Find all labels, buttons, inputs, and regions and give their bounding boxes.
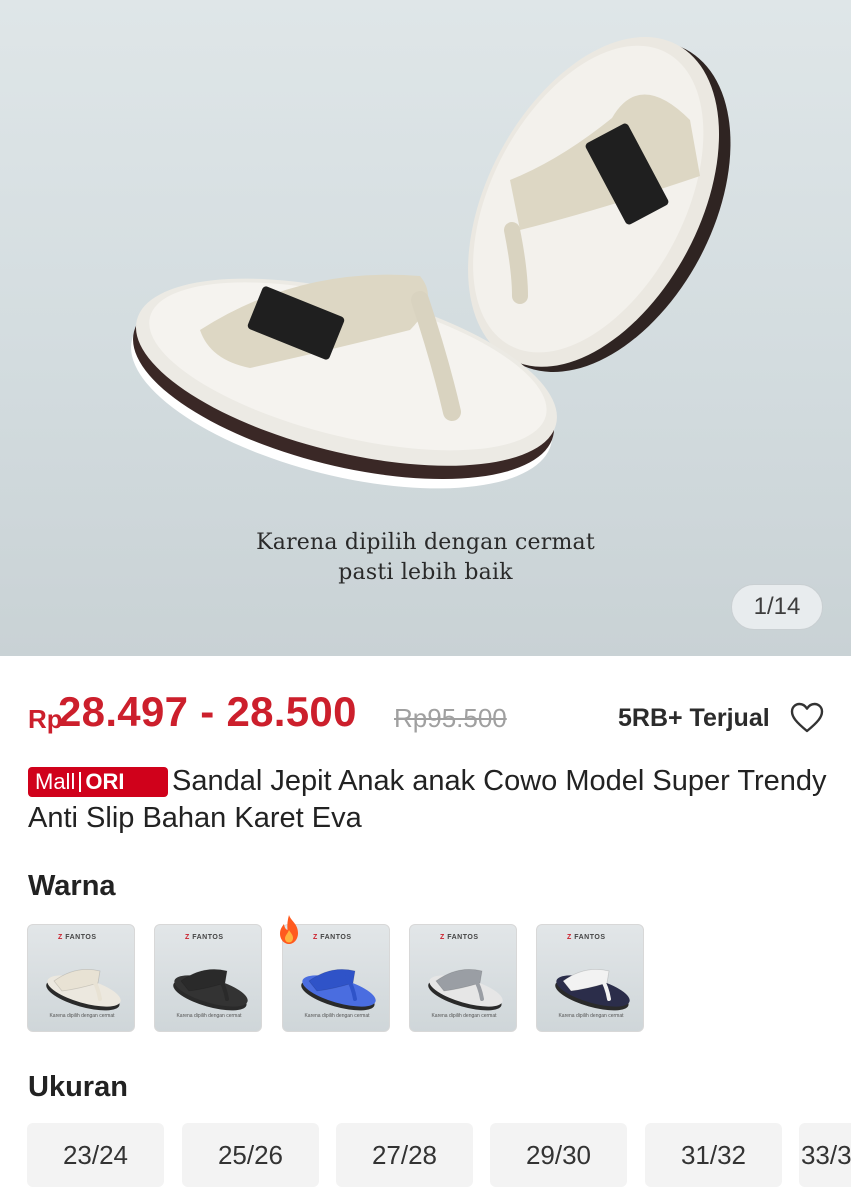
hero-caption: Karena dipilih dengan cermat pasti lebih… [0, 528, 851, 588]
product-image[interactable]: Karena dipilih dengan cermat pasti lebih… [0, 0, 851, 656]
color-variant-option[interactable]: Z FANTOS Karena dipilih dengan cermat [409, 924, 517, 1032]
sold-count: 5RB+ Terjual [618, 704, 770, 732]
size-option[interactable]: 27/28 [336, 1123, 473, 1187]
variant-caption: Karena dipilih dengan cermat [49, 1013, 115, 1019]
size-option-list: 23/24 25/26 27/28 29/30 31/32 33/34 [27, 1123, 851, 1189]
color-variant-option[interactable]: Z FANTOS Karena dipilih dengan cermat [536, 924, 644, 1032]
size-option[interactable]: 31/32 [645, 1123, 782, 1187]
color-variant-option[interactable]: Z FANTOS Karena dipilih dengan cermat [154, 924, 262, 1032]
hero-caption-line2: pasti lebih baik [338, 560, 513, 585]
size-option[interactable]: 23/24 [27, 1123, 164, 1187]
price-row: Rp 28.497 - 28.500 Rp95.500 5RB+ Terjual [28, 688, 828, 744]
color-variant-option[interactable]: Z FANTOS Karena dipilih dengan cermat [27, 924, 135, 1032]
image-counter: 1/14 [731, 584, 823, 630]
hero-caption-line1: Karena dipilih dengan cermat [256, 530, 595, 555]
fire-icon [280, 915, 298, 944]
variant-caption: Karena dipilih dengan cermat [431, 1013, 497, 1019]
size-option[interactable]: 29/30 [490, 1123, 627, 1187]
variant-caption: Karena dipilih dengan cermat [304, 1013, 370, 1019]
price-range: 28.497 - 28.500 [58, 688, 357, 735]
size-option[interactable]: 33/34 [799, 1123, 851, 1187]
variant-caption: Karena dipilih dengan cermat [176, 1013, 242, 1019]
variant-caption: Karena dipilih dengan cermat [558, 1013, 624, 1019]
size-option[interactable]: 25/26 [182, 1123, 319, 1187]
color-variant-list: Z FANTOS Karena dipilih dengan cermat Z F… [27, 915, 827, 1034]
size-section-label: Ukuran [28, 1071, 128, 1103]
heart-icon[interactable] [790, 702, 824, 734]
product-title: Sandal Jepit Anak anak Cowo Model Super … [28, 765, 827, 834]
original-price: Rp95.500 [394, 703, 507, 733]
color-section-label: Warna [28, 870, 116, 902]
